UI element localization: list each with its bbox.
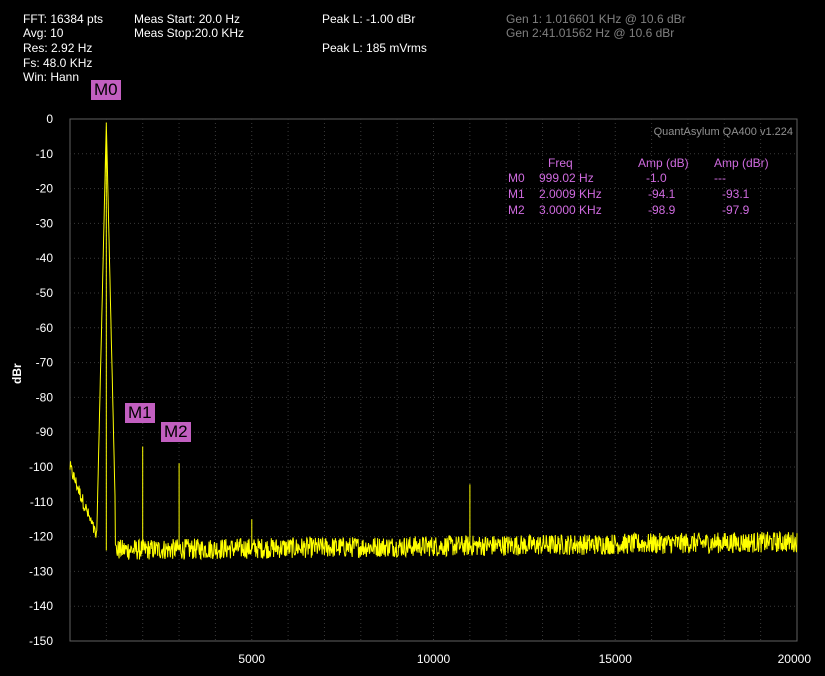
y-tick-label: -80: [36, 390, 54, 404]
x-tick-label: 5000: [238, 652, 265, 666]
y-tick-label: -150: [29, 634, 53, 648]
row-m2-name: M2: [508, 203, 525, 217]
y-tick-label: -100: [29, 460, 53, 474]
y-tick-labels: 0 -10 -20 -30 -40 -50 -60 -70 -80 -90 -100 -110 -120…: [29, 112, 53, 648]
y-tick-label: -20: [36, 182, 54, 196]
marker-flag-m0[interactable]: M0: [91, 80, 121, 100]
row-m0-amp-dbr: ---: [714, 171, 726, 185]
row-m2-freq: 3.0000 KHz: [539, 203, 602, 217]
y-tick-label: -30: [36, 216, 54, 230]
y-tick-label: 0: [46, 112, 53, 126]
marker-flag-m1[interactable]: M1: [125, 403, 155, 423]
y-tick-label: -130: [29, 564, 53, 578]
x-tick-labels: 5000 10000 15000 20000: [238, 652, 811, 666]
header-amp-db: Amp (dB): [638, 156, 689, 170]
y-tick-label: -50: [36, 286, 54, 300]
row-m2-amp-dbr: -97.9: [722, 203, 750, 217]
row-m1-amp-dbr: -93.1: [722, 187, 750, 201]
row-m0-name: M0: [508, 171, 525, 185]
marker-flag-m2[interactable]: M2: [161, 422, 191, 442]
header-amp-dbr: Amp (dBr): [714, 156, 769, 170]
y-tick-label: -90: [36, 425, 54, 439]
row-m2-amp-db: -98.9: [648, 203, 676, 217]
x-tick-label: 20000: [778, 652, 812, 666]
y-tick-label: -140: [29, 599, 53, 613]
header-freq: Freq: [548, 156, 573, 170]
y-tick-label: -70: [36, 356, 54, 370]
row-m0-amp-db: -1.0: [646, 171, 667, 185]
x-tick-label: 10000: [417, 652, 451, 666]
x-tick-label: 15000: [599, 652, 633, 666]
row-m1-freq: 2.0009 KHz: [539, 187, 602, 201]
row-m1-name: M1: [508, 187, 525, 201]
y-axis-label: dBr: [10, 363, 24, 384]
row-m0-freq: 999.02 Hz: [539, 171, 594, 185]
y-tick-label: -60: [36, 321, 54, 335]
spectrum-chart[interactable]: 0 -10 -20 -30 -40 -50 -60 -70 -80 -90 -100 -110 -120…: [0, 0, 825, 676]
y-tick-label: -120: [29, 530, 53, 544]
row-m1-amp-db: -94.1: [648, 187, 676, 201]
brand-label: QuantAsylum QA400 v1.224: [653, 126, 793, 138]
y-tick-label: -10: [36, 147, 54, 161]
y-tick-label: -110: [30, 495, 53, 509]
y-tick-label: -40: [36, 251, 54, 265]
